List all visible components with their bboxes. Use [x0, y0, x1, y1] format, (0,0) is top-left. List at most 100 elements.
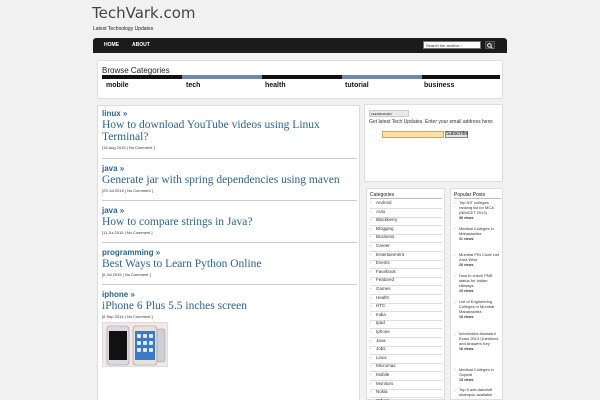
chevron-right-icon: ›: [454, 367, 456, 372]
chevron-right-icon: ›: [454, 273, 456, 278]
category-bar-segment: [342, 75, 422, 79]
chevron-right-icon: ›: [454, 226, 456, 231]
popular-post-views: 19 views: [459, 289, 474, 293]
category-link-business[interactable]: business: [424, 82, 454, 89]
popular-post-title[interactable]: Informatics Assistant Exam 2013 Question…: [459, 331, 502, 346]
divider: [102, 158, 357, 159]
sidebar-category-label: Facebook: [376, 268, 396, 274]
popular-post-item: › Top 5 anti-dandruff shampoo available: [454, 387, 502, 397]
chevron-right-icon: ›: [454, 387, 456, 392]
popular-posts-widget: Popular Posts › Top NIT colleges ranking …: [450, 188, 503, 400]
sidebar-category-label: Jobs: [376, 346, 386, 352]
post-category[interactable]: linux »: [102, 109, 352, 118]
nav-home[interactable]: HOME: [104, 42, 119, 48]
sidebar-category-label: Blogging: [376, 225, 394, 231]
post-title[interactable]: Generate jar with spring dependencies us…: [102, 174, 340, 186]
post-title[interactable]: How to download YouTube videos using Lin…: [102, 119, 352, 143]
sidebar-category-label: Events: [376, 260, 390, 266]
site-tagline: Latest Technology Updates: [93, 26, 154, 32]
divider: [102, 200, 357, 201]
popular-post-item: › Informatics Assistant Exam 2013 Questio…: [454, 331, 502, 351]
post-title[interactable]: iPhone 6 Plus 5.5 inches screen: [102, 300, 247, 312]
divider: [102, 242, 357, 243]
popular-post-item: › List of Engineering Colleges in Mumbai …: [454, 299, 502, 319]
browse-categories-panel: Browse Categories mobile tech health tut…: [97, 60, 503, 99]
sidebar-category-label: Java: [376, 337, 386, 343]
popular-post-item: › How to check PNR status for Indian rail…: [454, 273, 502, 293]
popular-post-title[interactable]: Top NIT colleges ranking list for MCA (N…: [459, 200, 502, 215]
post-meta: [23 Jul 2015 | No Comment ]: [102, 188, 153, 193]
sidebar-category-label: Linux: [376, 354, 387, 360]
browse-title: Browse Categories: [102, 66, 170, 75]
sidebar-category-label: Career: [376, 243, 390, 248]
post-title[interactable]: How to compare strings in Java?: [102, 216, 252, 228]
top-navbar: HOME ABOUT: [93, 38, 507, 53]
sidebar-category-label: Games: [376, 286, 391, 291]
post-category[interactable]: java »: [102, 206, 252, 215]
category-link-health[interactable]: health: [265, 82, 286, 89]
popular-post-views: 16 views: [459, 347, 474, 351]
sidebar-category-label: Featured: [376, 277, 395, 283]
post-category[interactable]: java »: [102, 164, 340, 173]
sidebar-category-label: Blackberry: [376, 217, 398, 223]
category-link-mobile[interactable]: mobile: [106, 82, 129, 89]
search-icon: [487, 43, 493, 49]
sidebar-category-label: Monitors: [376, 380, 394, 386]
post-item: programming » Best Ways to Learn Python …: [102, 248, 262, 277]
post-title[interactable]: Best Ways to Learn Python Online: [102, 258, 262, 270]
divider: [102, 284, 357, 285]
post-item: linux » How to download YouTube videos u…: [102, 109, 352, 150]
popular-post-views: 26 views: [459, 263, 474, 267]
chevron-right-icon: ›: [454, 299, 456, 304]
nav-about[interactable]: ABOUT: [132, 42, 150, 48]
popular-post-title[interactable]: List of Engineering Colleges in Mumbai M…: [459, 299, 502, 314]
post-category[interactable]: iphone »: [102, 290, 247, 299]
sidebar-category-label: India: [376, 311, 386, 317]
post-item: java » Generate jar with spring dependen…: [102, 164, 340, 193]
sidebar-category-label: Business: [376, 234, 395, 240]
search-input[interactable]: [423, 41, 481, 49]
chevron-right-icon: ›: [454, 331, 456, 336]
subscribe-button[interactable]: Subscribe: [445, 131, 468, 138]
categories-widget: Categories › Android › Auto › Blackberry › Blog…: [366, 188, 445, 400]
sidebar-category-label: HTC: [376, 303, 386, 309]
post-item: iphone » iPhone 6 Plus 5.5 inches screen…: [102, 290, 247, 319]
email-field[interactable]: [382, 131, 444, 138]
popular-post-title[interactable]: How to check PNR status for Indian railw…: [459, 273, 502, 288]
sidebar-category-label: Iphone: [376, 329, 390, 334]
subscribe-text: Get latest Tech Updates. Enter your emai…: [369, 119, 494, 125]
iphone-illustration: [106, 325, 166, 366]
site-title[interactable]: TechVark.com: [92, 4, 196, 22]
popular-post-item: › Mumbai PIN Code List Area Wise 26 views: [454, 252, 502, 267]
sidebar-category-label: Mobile: [376, 372, 390, 377]
search-button[interactable]: [485, 41, 495, 49]
post-list: linux » How to download YouTube videos u…: [97, 105, 360, 400]
post-meta: [11 Jul 2015 | No Comment ]: [102, 230, 153, 235]
feedburner-badge[interactable]: FEEDBURNER: [369, 110, 409, 117]
divider: [370, 198, 442, 199]
popular-post-views: 18 views: [459, 315, 474, 319]
post-category[interactable]: programming »: [102, 248, 262, 257]
page: TechVark.com Latest Technology Updates H…: [0, 0, 600, 400]
popular-post-item: › Top NIT colleges ranking list for MCA (…: [454, 200, 502, 220]
popular-post-views: 36 views: [459, 216, 474, 220]
iphone-thumbnail-image[interactable]: [102, 322, 168, 367]
divider: [454, 198, 501, 199]
subscribe-box: FEEDBURNER Get latest Tech Updates. Ente…: [364, 104, 503, 182]
category-link-tutorial[interactable]: tutorial: [345, 82, 369, 89]
popular-post-title[interactable]: Medical Colleges in Gujarat: [459, 367, 502, 377]
popular-post-views: 31 views: [459, 237, 474, 241]
sidebar-category-label: Auto: [376, 208, 386, 214]
category-link-tech[interactable]: tech: [186, 82, 200, 89]
popular-post-item: › Medical Colleges in Gujarat 15 views: [454, 367, 502, 382]
sidebar-category-label: Android: [376, 200, 392, 205]
post-meta: [16 Aug 2015 | No Comment ]: [102, 145, 155, 150]
sidebar-category-label: Ipad: [376, 320, 385, 326]
popular-post-title[interactable]: Top 5 anti-dandruff shampoo available: [459, 387, 502, 397]
sidebar-category-label: Nokia: [376, 389, 388, 395]
popular-post-title[interactable]: Mumbai PIN Code List Area Wise: [459, 252, 502, 262]
popular-post-item: › Medical Colleges in Maharashtra 31 views: [454, 226, 502, 241]
sidebar-category-label: Health: [376, 294, 390, 300]
chevron-right-icon: ›: [454, 200, 456, 205]
popular-post-title[interactable]: Medical Colleges in Maharashtra: [459, 226, 502, 236]
